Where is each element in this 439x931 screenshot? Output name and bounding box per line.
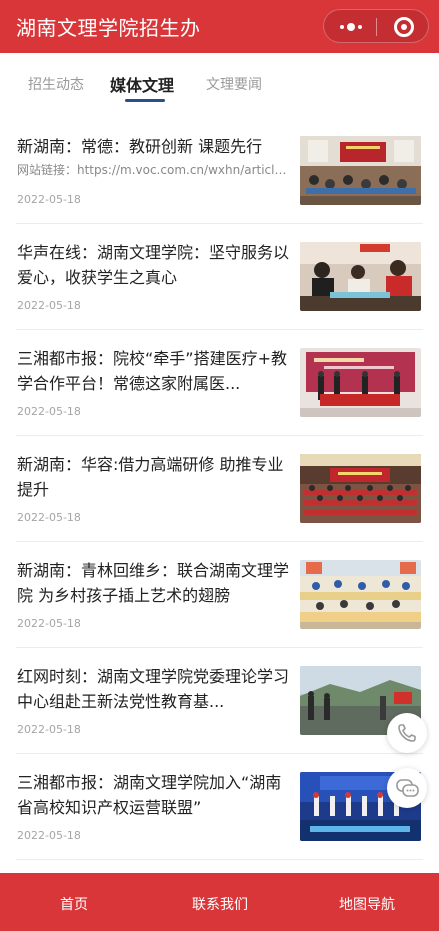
close-target-icon[interactable] [394, 17, 414, 37]
divider [16, 859, 423, 860]
title-bar: 湖南文理学院招生办 [0, 0, 439, 53]
article-thumbnail [300, 454, 421, 523]
more-dots-icon[interactable] [338, 19, 364, 35]
tab-admission-news[interactable]: 招生动态 [28, 74, 84, 94]
article-date: 2022-05-18 [17, 617, 81, 630]
article-title: 三湘都市报：院校“牵手”搭建医疗+教学合作平台！常德这家附属医... [17, 349, 287, 393]
tab-school-news[interactable]: 文理要闻 [206, 74, 262, 94]
article-title: 华声在线：湖南文理学院：坚守服务以爱心，收获学生之真心 [17, 243, 289, 287]
list-item[interactable]: 三湘都市报：湖南文理学院加入“湖南省高校知识产权运营联盟” 2022-05-18 [0, 754, 439, 860]
nav-map[interactable]: 地图导航 [339, 894, 395, 914]
article-title: 红网时刻：湖南文理学院党委理论学习中心组赴王新法党性教育基... [17, 667, 289, 711]
list-item[interactable]: 华声在线：湖南文理学院：坚守服务以爱心，收获学生之真心 2022-05-18 [0, 224, 439, 330]
article-date: 2022-05-18 [17, 405, 81, 418]
article-thumbnail [300, 242, 421, 311]
list-item[interactable]: 红网时刻：湖南文理学院党委理论学习中心组赴王新法党性教育基... 2022-05… [0, 648, 439, 754]
article-title: 新湖南：常德：教研创新 课题先行 [17, 137, 263, 156]
list-item[interactable]: 新湖南：青林回维乡：联合湖南文理学院 为乡村孩子插上艺术的翅膀 2022-05-… [0, 542, 439, 648]
nav-home[interactable]: 首页 [60, 894, 88, 914]
article-date: 2022-05-18 [17, 511, 81, 524]
phone-icon [398, 724, 416, 742]
list-item[interactable]: 新湖南：常德：教研创新 课题先行 网站链接：https://m.voc.com.… [0, 118, 439, 224]
article-date: 2022-05-18 [17, 299, 81, 312]
nav-contact[interactable]: 联系我们 [192, 894, 248, 914]
chat-button[interactable] [387, 768, 427, 808]
article-title: 新湖南：青林回维乡：联合湖南文理学院 为乡村孩子插上艺术的翅膀 [17, 561, 289, 605]
article-title: 新湖南：华容:借力高端研修 助推专业提升 [17, 455, 284, 499]
list-item[interactable]: 新湖南：华容:借力高端研修 助推专业提升 2022-05-18 [0, 436, 439, 542]
article-thumbnail [300, 560, 421, 629]
article-thumbnail [300, 348, 421, 417]
capsule-divider [376, 18, 377, 36]
article-date: 2022-05-18 [17, 193, 81, 206]
tab-bar: 招生动态 媒体文理 文理要闻 [0, 53, 439, 109]
article-date: 2022-05-18 [17, 723, 81, 736]
article-link-text: 网站链接：https://m.voc.com.cn/wxhn/article/2… [17, 163, 289, 177]
active-tab-indicator [125, 99, 165, 102]
article-date: 2022-05-18 [17, 829, 81, 842]
bottom-nav: 首页 联系我们 地图导航 [0, 873, 439, 931]
tab-media-news[interactable]: 媒体文理 [110, 72, 174, 96]
list-item[interactable]: 三湘都市报：院校“牵手”搭建医疗+教学合作平台！常德这家附属医... 2022-… [0, 330, 439, 436]
capsule-menu [323, 9, 429, 43]
article-title: 三湘都市报：湖南文理学院加入“湖南省高校知识产权运营联盟” [17, 773, 282, 817]
article-thumbnail [300, 136, 421, 205]
phone-button[interactable] [387, 713, 427, 753]
chat-bubbles-icon [396, 779, 419, 797]
page-title: 湖南文理学院招生办 [16, 16, 201, 40]
